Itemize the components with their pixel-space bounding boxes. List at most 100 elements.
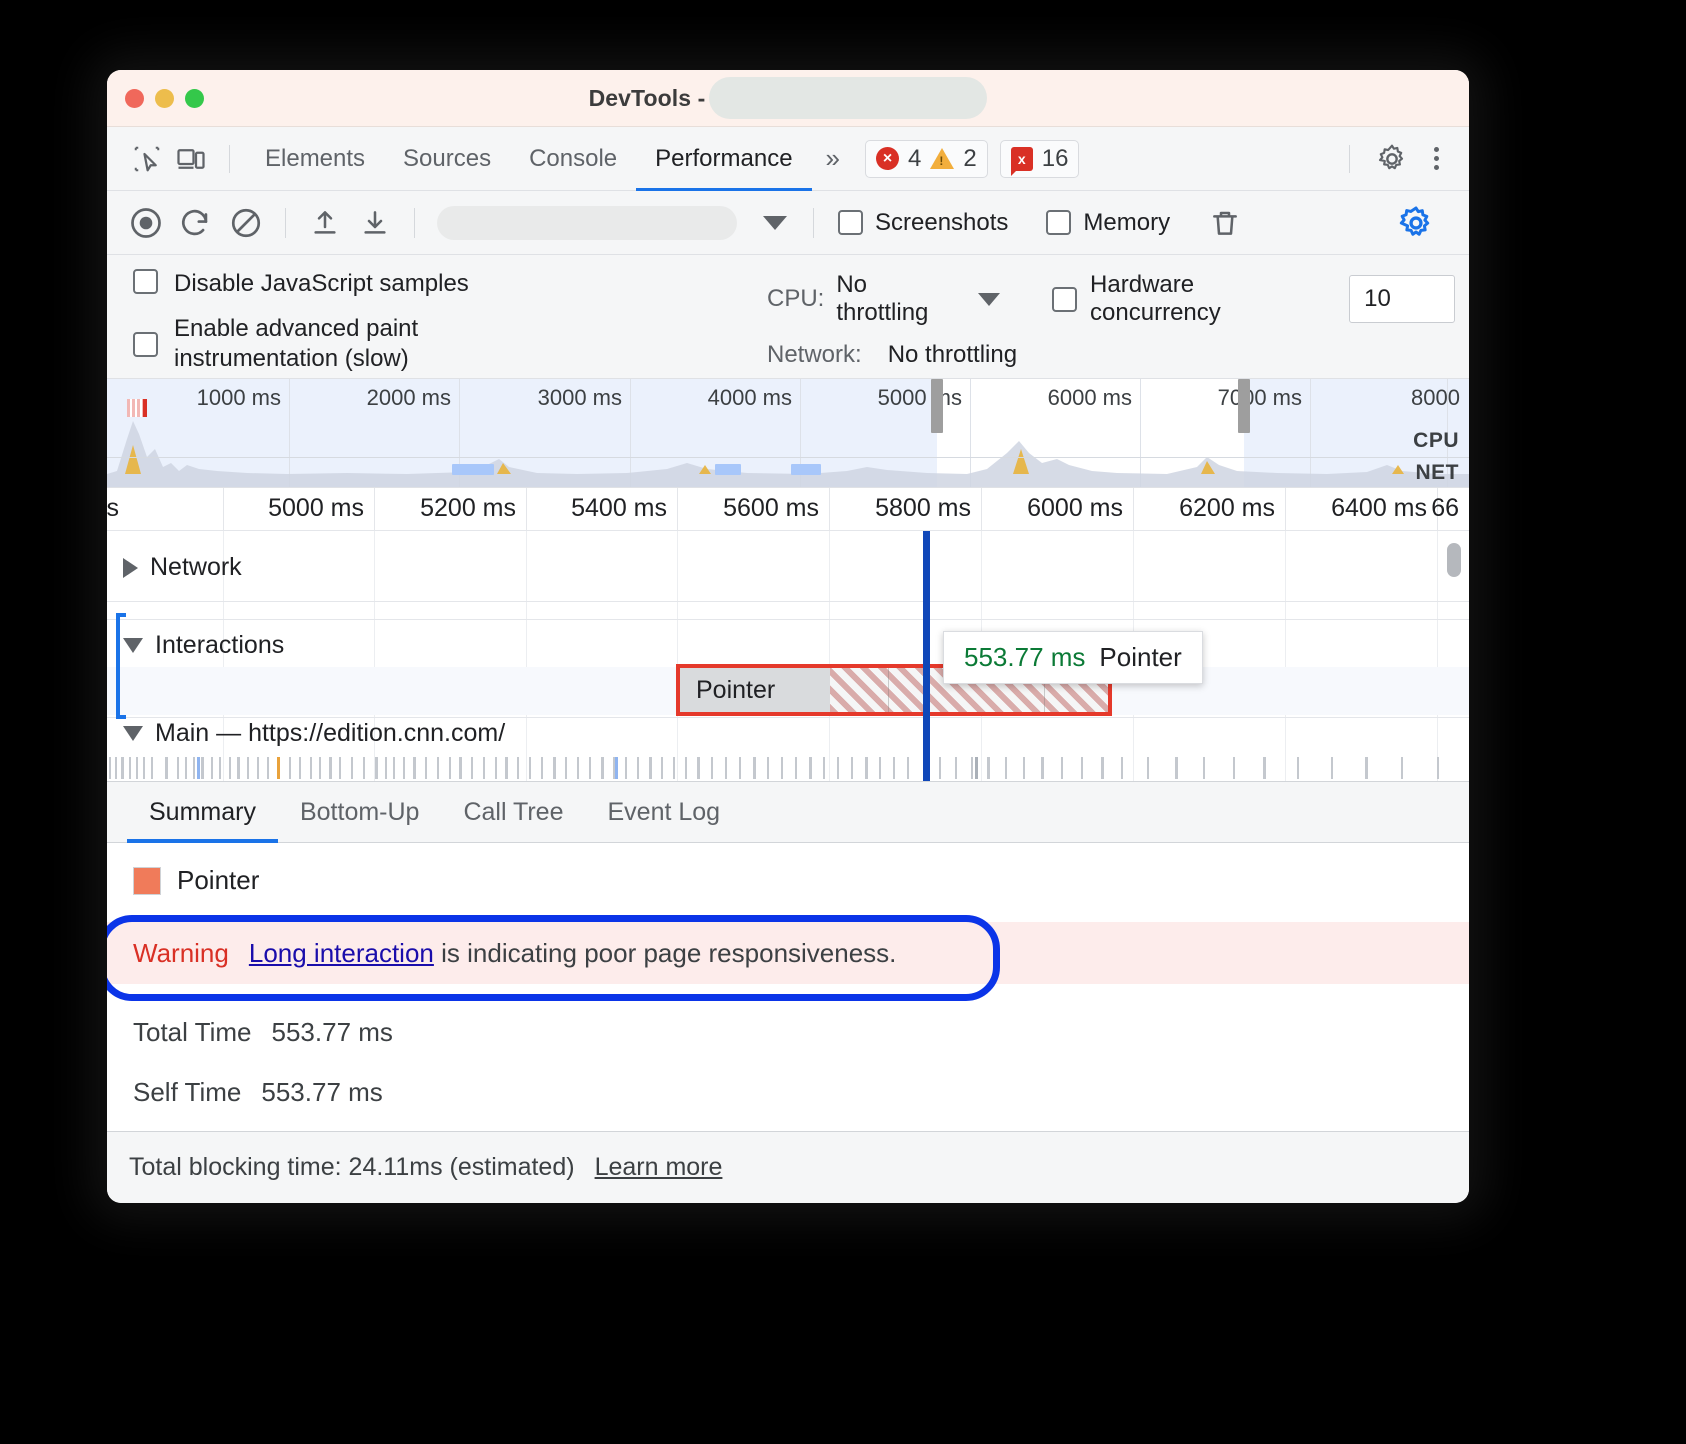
- screenshots-checkbox[interactable]: Screenshots: [838, 209, 1008, 237]
- track-main[interactable]: Main — https://edition.cnn.com/: [123, 719, 505, 748]
- tab-sources[interactable]: Sources: [384, 127, 510, 191]
- track-network-label: Network: [150, 553, 242, 582]
- disable-js-samples-box[interactable]: [133, 269, 158, 294]
- timeline-overview[interactable]: 1000 ms 2000 ms 3000 ms 4000 ms 5000 ms …: [107, 379, 1469, 488]
- overview-net-label: NET: [1416, 461, 1460, 485]
- window-titlebar: DevTools -: [107, 70, 1469, 127]
- cpu-throttling-row: CPU: No throttling Hardware concurrency …: [767, 271, 1455, 327]
- screenshot-root: DevTools - Elements Sources: [0, 0, 1686, 1444]
- event-color-swatch: [133, 867, 161, 895]
- chevron-down-icon[interactable]: [763, 216, 787, 230]
- window-title-redaction: [709, 77, 987, 119]
- tab-summary[interactable]: Summary: [127, 781, 278, 843]
- download-icon[interactable]: [352, 200, 398, 246]
- devtools-tabbar: Elements Sources Console Performance » ×…: [107, 127, 1469, 191]
- issue-counters: × 4 2 x 16: [865, 140, 1079, 178]
- more-tabs-icon[interactable]: »: [812, 143, 849, 174]
- advanced-paint-box[interactable]: [133, 332, 158, 357]
- details-panel-tabs: Summary Bottom-Up Call Tree Event Log: [107, 781, 1469, 843]
- ruler-tick-5: 5800 ms: [875, 494, 981, 523]
- main-flame-chart[interactable]: [107, 757, 1469, 779]
- issues-counter[interactable]: x 16: [1000, 140, 1080, 178]
- chevron-down-icon[interactable]: [123, 726, 143, 741]
- chevron-right-icon[interactable]: [123, 558, 138, 578]
- memory-checkbox-box[interactable]: [1046, 210, 1071, 235]
- track-interactions-label: Interactions: [155, 631, 284, 660]
- tracks-scrollbar-thumb[interactable]: [1447, 543, 1461, 577]
- chevron-down-icon[interactable]: [123, 638, 143, 653]
- gear-icon[interactable]: [1370, 137, 1414, 181]
- trash-icon[interactable]: [1202, 200, 1248, 246]
- hardware-concurrency-checkbox[interactable]: Hardware concurrency: [1052, 271, 1319, 327]
- timeline-playhead[interactable]: [923, 531, 930, 781]
- hardware-concurrency-input[interactable]: 10: [1349, 275, 1455, 323]
- track-interactions[interactable]: Interactions: [123, 631, 284, 660]
- tooltip-event-name: Pointer: [1099, 642, 1181, 673]
- cpu-throttling-select[interactable]: No throttling: [836, 271, 960, 327]
- detail-row-total-time: Total Time 553.77 ms: [107, 1002, 1469, 1062]
- performance-toolbar: Screenshots Memory: [107, 191, 1469, 255]
- details-event-title: Pointer: [107, 865, 1469, 896]
- record-icon[interactable]: [123, 200, 169, 246]
- warning-message: Long interaction is indicating poor page…: [249, 938, 897, 969]
- profile-select[interactable]: [437, 206, 737, 240]
- total-blocking-time-text: Total blocking time: 24.11ms (estimated): [129, 1153, 575, 1182]
- track-main-label: Main — https://edition.cnn.com/: [155, 719, 505, 748]
- device-toolbar-icon[interactable]: [169, 137, 213, 181]
- ruler-tick-8: 6400 ms: [1331, 494, 1437, 523]
- reload-and-record-icon[interactable]: [173, 200, 219, 246]
- tooltip-duration: 553.77 ms: [964, 642, 1085, 673]
- long-interaction-link[interactable]: Long interaction: [249, 938, 434, 968]
- error-warning-counter[interactable]: × 4 2: [865, 140, 988, 178]
- network-throttling-select[interactable]: No throttling: [888, 341, 1017, 369]
- window-title-text: DevTools -: [589, 85, 706, 112]
- capture-settings-gear-icon[interactable]: [1393, 200, 1439, 246]
- self-time-value: 553.77 ms: [261, 1077, 382, 1108]
- network-label: Network:: [767, 341, 862, 369]
- track-network[interactable]: Network: [123, 553, 242, 582]
- memory-checkbox[interactable]: Memory: [1046, 209, 1170, 237]
- kebab-menu-icon[interactable]: [1418, 147, 1455, 170]
- perfbar-divider-1: [285, 208, 286, 238]
- learn-more-link[interactable]: Learn more: [595, 1153, 723, 1182]
- overview-net-divider: [107, 457, 1469, 458]
- tab-bottom-up[interactable]: Bottom-Up: [278, 781, 441, 843]
- warning-row: Warning Long interaction is indicating p…: [107, 922, 1469, 984]
- screenshots-checkbox-box[interactable]: [838, 210, 863, 235]
- ruler-tick-2: 5200 ms: [420, 494, 526, 523]
- tab-performance[interactable]: Performance: [636, 127, 811, 191]
- overview-selection-handle-right[interactable]: [1238, 379, 1250, 433]
- overview-net-chunk: [452, 464, 494, 475]
- tab-event-log[interactable]: Event Log: [586, 781, 743, 843]
- ruler-tick-7: 6200 ms: [1179, 494, 1285, 523]
- self-time-label: Self Time: [133, 1077, 241, 1108]
- overview-selection-handle-left[interactable]: [931, 379, 943, 433]
- tab-console[interactable]: Console: [510, 127, 636, 191]
- clear-icon[interactable]: [223, 200, 269, 246]
- upload-icon[interactable]: [302, 200, 348, 246]
- tab-elements[interactable]: Elements: [246, 127, 384, 191]
- total-time-label: Total Time: [133, 1017, 252, 1048]
- issue-icon: x: [1011, 147, 1033, 171]
- timeline-tracks[interactable]: Network Interactions Pointer: [107, 531, 1469, 781]
- cpu-label: CPU:: [767, 285, 824, 313]
- warning-section: Warning Long interaction is indicating p…: [107, 922, 1469, 984]
- error-icon: ×: [876, 147, 899, 170]
- hardware-concurrency-box[interactable]: [1052, 287, 1077, 312]
- interactions-selection-bracket: [116, 613, 126, 719]
- cpu-chevron-down-icon[interactable]: [978, 293, 1000, 306]
- ruler-tick-6: 6000 ms: [1027, 494, 1133, 523]
- tab-call-tree[interactable]: Call Tree: [441, 781, 585, 843]
- capture-settings-right: CPU: No throttling Hardware concurrency …: [767, 271, 1455, 383]
- warning-icon: [930, 148, 954, 169]
- ruler-tick-3: 5400 ms: [571, 494, 677, 523]
- disable-js-samples-checkbox[interactable]: Disable JavaScript samples: [133, 269, 693, 300]
- ruler-tick-9: 66: [1431, 494, 1469, 523]
- warning-count: 2: [963, 145, 976, 173]
- advanced-paint-checkbox[interactable]: Enable advanced paint instrumentation (s…: [133, 314, 693, 375]
- inspect-icon[interactable]: [125, 137, 169, 181]
- issue-count: 16: [1042, 145, 1069, 173]
- devtools-window: DevTools - Elements Sources: [107, 70, 1469, 1203]
- network-throttling-row: Network: No throttling: [767, 341, 1455, 369]
- ruler-tick-4: 5600 ms: [723, 494, 829, 523]
